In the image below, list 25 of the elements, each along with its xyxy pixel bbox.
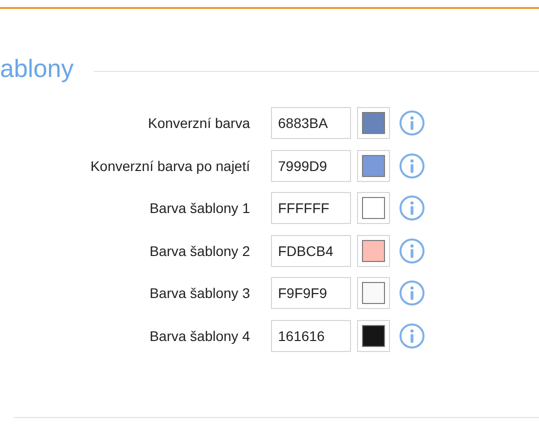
color-swatch-button[interactable]: [357, 150, 390, 182]
field-label: Barva šablony 4: [148, 328, 250, 344]
info-icon[interactable]: [399, 280, 425, 306]
info-icon[interactable]: [399, 195, 425, 221]
info-icon[interactable]: [399, 110, 425, 136]
color-input-field[interactable]: FFFFFF: [271, 192, 351, 224]
color-input-field[interactable]: FDBCB4: [271, 234, 351, 266]
color-swatch-button[interactable]: [357, 234, 390, 266]
field-label: Konverzní barva po najetí: [89, 158, 250, 174]
color-input-field[interactable]: 7999D9: [271, 150, 351, 182]
section-title: ablony: [0, 54, 74, 84]
color-input-field[interactable]: 161616: [271, 320, 351, 352]
color-swatch-button[interactable]: [357, 107, 390, 139]
field-label: Konverzní barva: [147, 115, 250, 131]
info-icon[interactable]: [399, 238, 425, 264]
info-icon[interactable]: [399, 152, 425, 178]
info-icon[interactable]: [399, 322, 425, 348]
field-label: Barva šablony 3: [148, 285, 250, 301]
color-swatch-button[interactable]: [357, 320, 390, 352]
color-input-field[interactable]: 6883BA: [271, 107, 351, 139]
field-label: Barva šablony 2: [148, 242, 250, 258]
color-swatch-button[interactable]: [357, 277, 390, 309]
field-label: Barva šablony 1: [148, 200, 250, 216]
color-input-field[interactable]: F9F9F9: [271, 277, 351, 309]
color-swatch-button[interactable]: [357, 192, 390, 224]
